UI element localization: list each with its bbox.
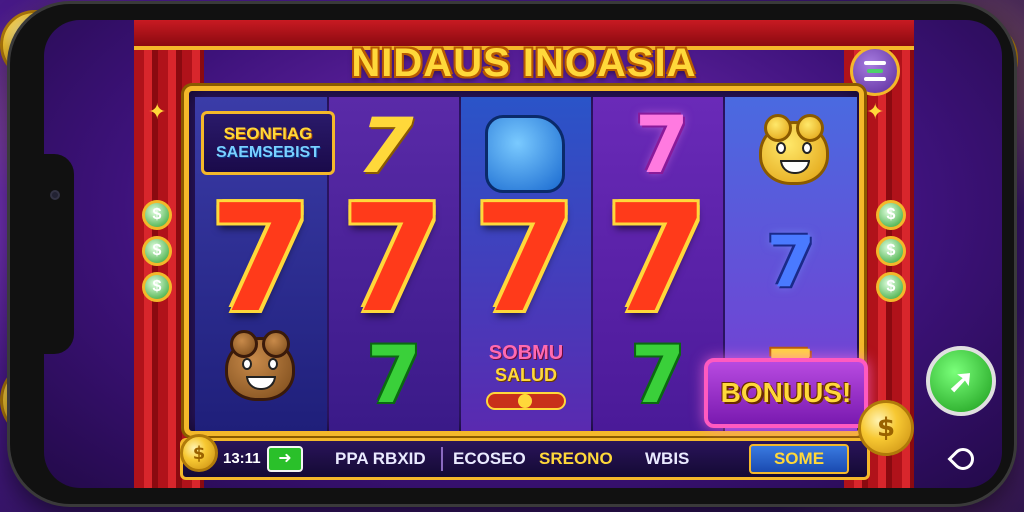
game-title: NIDAUS INOASIA xyxy=(351,41,697,85)
bonus-button[interactable]: BONUUS! xyxy=(704,358,868,428)
red-seven-symbol: 7 xyxy=(209,173,313,345)
green-seven-symbol: 7 xyxy=(366,331,422,421)
mini-sign-line1: SOBMU xyxy=(488,342,564,364)
pin-icon[interactable] xyxy=(947,443,979,475)
mini-sign: SOBMU SALUD xyxy=(481,341,571,411)
control-label-c[interactable]: SREONO xyxy=(539,441,613,477)
clock-text: 13:11 xyxy=(223,450,261,467)
blue-seven-symbol: 7 xyxy=(766,221,816,303)
hamburger-icon-line xyxy=(867,69,883,73)
arrow-icon[interactable]: ➜ xyxy=(267,446,303,472)
red-seven-symbol: 7 xyxy=(605,173,709,345)
divider xyxy=(441,447,443,471)
spin-button[interactable]: ➚ xyxy=(926,346,996,416)
control-label-d[interactable]: WBIS xyxy=(645,441,689,477)
red-seven-symbol: 7 xyxy=(341,173,445,345)
reel-3: 7 SOBMU SALUD xyxy=(461,97,591,431)
hamburger-icon xyxy=(864,61,886,65)
promo-sign: SEONFIAG SAEMSEBIST xyxy=(201,111,335,175)
green-seven-symbol: 7 xyxy=(630,331,686,421)
some-button[interactable]: SOME xyxy=(749,444,849,474)
promo-sign-line2: SAEMSEBIST xyxy=(215,144,320,161)
gold-bear-symbol xyxy=(759,114,829,185)
dollar-lamp-icon: $ xyxy=(142,200,172,230)
promo-sign-line1: SEONFIAG xyxy=(223,124,313,143)
reel-2: 7 7 7 xyxy=(329,97,459,431)
dollar-coin-icon: $ xyxy=(180,434,218,472)
arrow-icon: ➚ xyxy=(947,363,975,399)
sparkle-icon: ✦ xyxy=(866,100,885,125)
control-label-a[interactable]: PPA RBXID xyxy=(335,441,426,477)
camera-icon xyxy=(50,190,60,200)
control-bar: 13:11 ➜ PPA RBXID ECOSEO SREONO WBIS SOM… xyxy=(180,438,870,480)
dollar-lamp-icon: $ xyxy=(876,236,906,266)
dollar-lamp-icon: $ xyxy=(876,272,906,302)
sparkle-icon: ✦ xyxy=(148,100,167,125)
game-screen: NIDAUS INOASIA ✦ ✦ $ $ $ $ $ $ 7 7 7 7 7… xyxy=(44,20,1002,488)
dollar-coin-icon: $ xyxy=(858,400,914,456)
dollar-lamp-icon: $ xyxy=(142,236,172,266)
control-label-b[interactable]: ECOSEO xyxy=(453,441,526,477)
dollar-lamp-icon: $ xyxy=(876,200,906,230)
hamburger-icon-line xyxy=(864,77,886,81)
mini-sign-line2: SALUD xyxy=(495,365,557,385)
dollar-lamp-icon: $ xyxy=(142,272,172,302)
bear-symbol xyxy=(225,330,295,401)
phone-notch xyxy=(40,154,74,354)
red-seven-symbol: 7 xyxy=(473,173,577,345)
mini-sign-bar xyxy=(486,392,566,410)
phone-frame: NIDAUS INOASIA ✦ ✦ $ $ $ $ $ $ 7 7 7 7 7… xyxy=(10,4,1014,504)
